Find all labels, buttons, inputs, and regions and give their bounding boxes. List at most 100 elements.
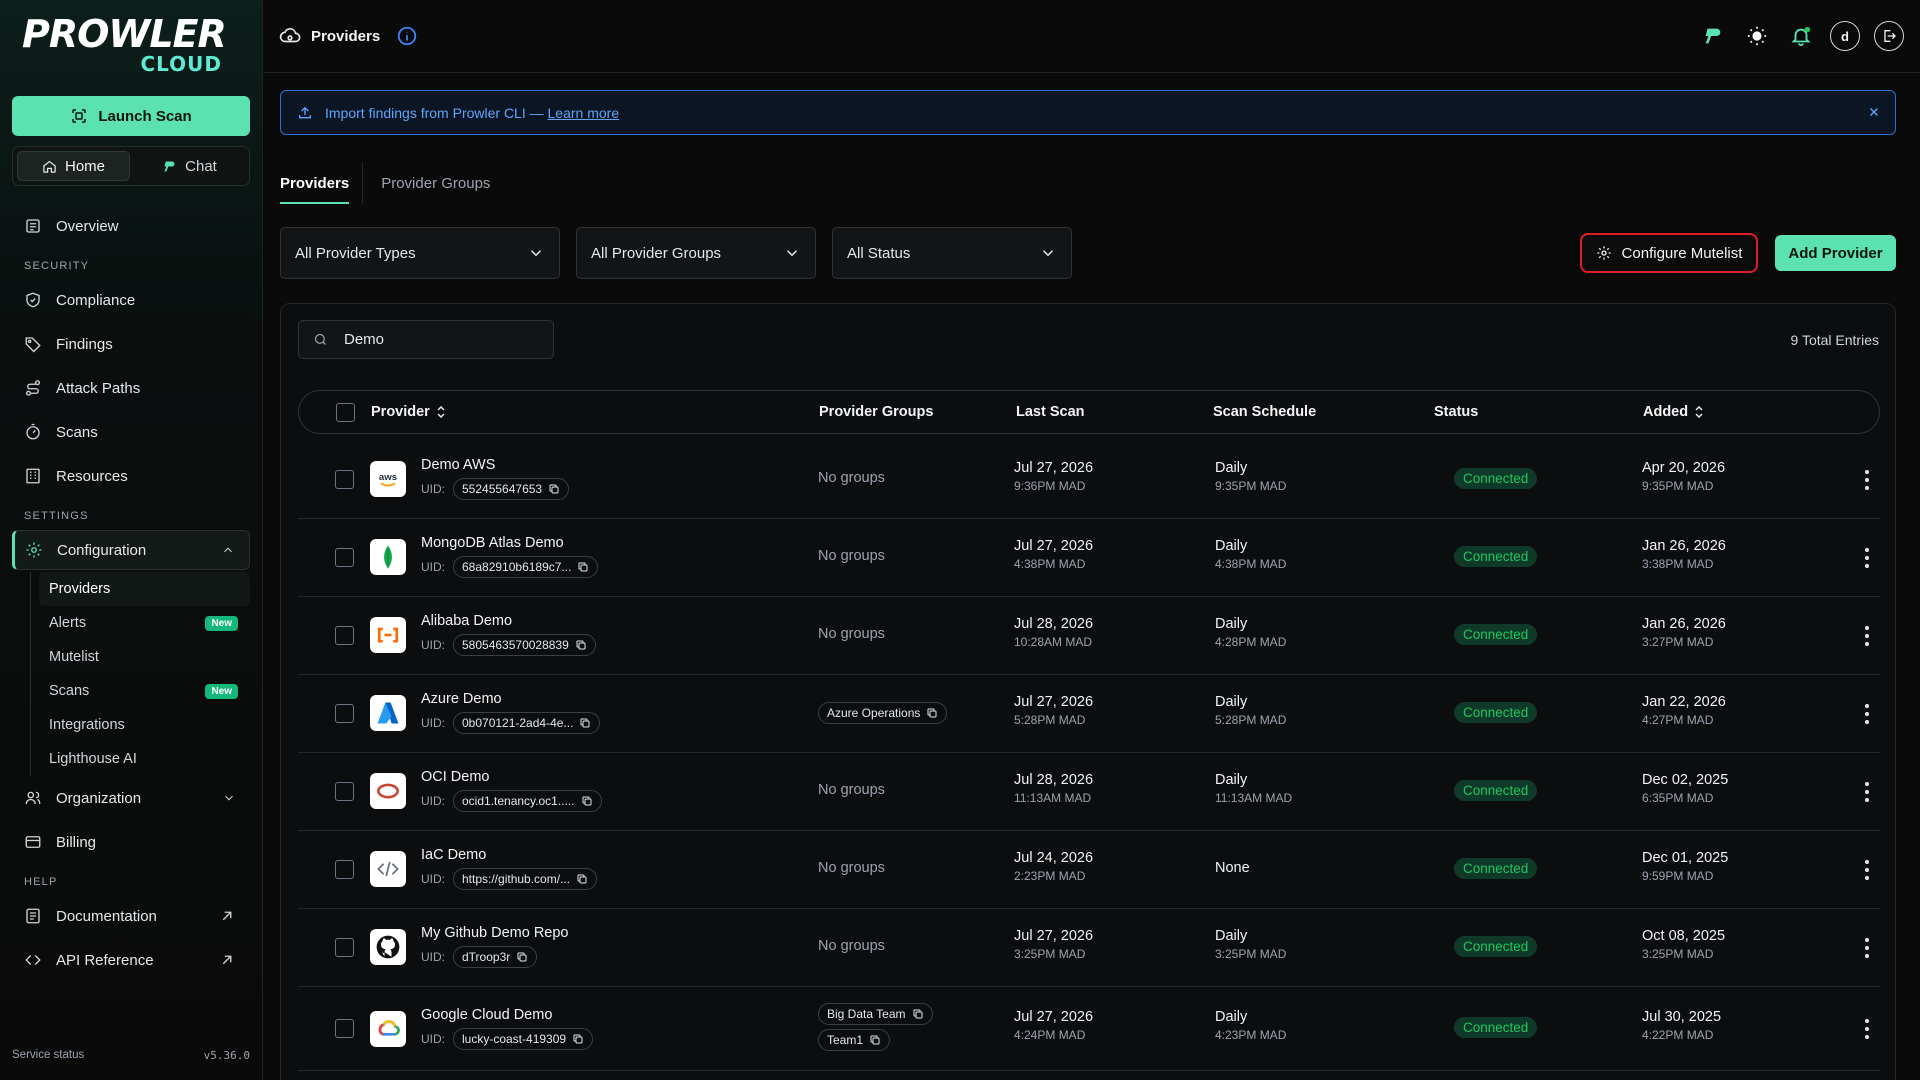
provider-type-select[interactable]: All Provider Types xyxy=(280,227,560,279)
column-provider[interactable]: Provider xyxy=(371,404,446,420)
uid-value: 0b070121-2ad4-4e... xyxy=(462,716,574,730)
group-chip[interactable]: Big Data Team xyxy=(818,1003,933,1025)
sidebar-item-configuration[interactable]: Configuration xyxy=(12,530,250,570)
row-checkbox[interactable] xyxy=(335,470,354,489)
configuration-subnav: Providers Alerts New Mutelist Scans New In… xyxy=(30,572,250,776)
service-status-link[interactable]: Service status xyxy=(12,1049,84,1062)
subnav-item-integrations[interactable]: Integrations xyxy=(39,708,250,742)
table-row[interactable]: aws Demo AWS UID: 552455647653 No groups… xyxy=(298,441,1880,519)
row-actions-menu[interactable] xyxy=(1864,624,1870,646)
chat-toggle[interactable]: Chat xyxy=(134,151,245,181)
subnav-item-scans[interactable]: Scans New xyxy=(39,674,250,708)
home-toggle[interactable]: Home xyxy=(17,151,130,181)
copy-icon[interactable] xyxy=(572,1033,584,1045)
sidebar-item-findings[interactable]: Findings xyxy=(12,322,250,366)
sidebar-item-resources[interactable]: Resources xyxy=(12,454,250,498)
uid-chip[interactable]: lucky-coast-419309 xyxy=(453,1028,594,1050)
row-actions-menu[interactable] xyxy=(1864,780,1870,802)
theme-toggle-button[interactable] xyxy=(1742,21,1772,51)
uid-chip[interactable]: https://github.com/... xyxy=(453,868,598,890)
provider-name[interactable]: Alibaba Demo xyxy=(421,613,512,629)
copy-icon[interactable] xyxy=(576,873,588,885)
lighthouse-button[interactable] xyxy=(1698,21,1728,51)
row-actions-menu[interactable] xyxy=(1864,468,1870,490)
copy-icon[interactable] xyxy=(912,1008,924,1020)
avatar[interactable]: d xyxy=(1830,21,1860,51)
learn-more-link[interactable]: Learn more xyxy=(548,105,620,121)
copy-icon[interactable] xyxy=(579,717,591,729)
iac-logo xyxy=(370,851,406,887)
sidebar-item-documentation[interactable]: Documentation xyxy=(12,894,250,938)
column-added[interactable]: Added xyxy=(1643,404,1704,420)
subnav-item-alerts[interactable]: Alerts New xyxy=(39,606,250,640)
provider-name[interactable]: Demo AWS xyxy=(421,457,495,473)
uid-chip[interactable]: 552455647653 xyxy=(453,478,570,500)
provider-name[interactable]: Google Cloud Demo xyxy=(421,1007,552,1023)
close-icon[interactable] xyxy=(1867,105,1881,119)
sidebar-item-api-reference[interactable]: API Reference xyxy=(12,938,250,982)
table-row[interactable]: MongoDB Atlas Demo UID: 68a82910b6189c7.… xyxy=(298,519,1880,597)
subnav-item-providers[interactable]: Providers xyxy=(39,572,250,606)
uid-chip[interactable]: ocid1.tenancy.oc1..... xyxy=(453,790,602,812)
group-chip-label: Team1 xyxy=(827,1033,864,1047)
copy-icon[interactable] xyxy=(548,483,560,495)
row-checkbox[interactable] xyxy=(335,548,354,567)
table-row[interactable]: Azure Demo UID: 0b070121-2ad4-4e... Azur… xyxy=(298,675,1880,753)
sign-out-button[interactable] xyxy=(1874,21,1904,51)
copy-icon[interactable] xyxy=(516,951,528,963)
tab-provider-groups[interactable]: Provider Groups xyxy=(381,162,490,204)
provider-name[interactable]: MongoDB Atlas Demo xyxy=(421,535,564,551)
row-actions-menu[interactable] xyxy=(1864,546,1870,568)
sidebar-item-billing[interactable]: Billing xyxy=(12,820,250,864)
row-checkbox[interactable] xyxy=(335,1019,354,1038)
copy-icon[interactable] xyxy=(581,795,593,807)
copy-icon[interactable] xyxy=(926,707,938,719)
last-scan-time: 10:28AM MAD xyxy=(1014,635,1093,649)
copy-icon[interactable] xyxy=(575,639,587,651)
row-checkbox[interactable] xyxy=(335,626,354,645)
group-chip[interactable]: Team1 xyxy=(818,1029,891,1051)
table-row[interactable]: IaC Demo UID: https://github.com/... No … xyxy=(298,831,1880,909)
info-icon[interactable] xyxy=(396,25,418,47)
provider-name[interactable]: IaC Demo xyxy=(421,847,486,863)
uid-chip[interactable]: 68a82910b6189c7... xyxy=(453,556,599,578)
copy-icon[interactable] xyxy=(869,1034,881,1046)
sidebar-item-scans[interactable]: Scans xyxy=(12,410,250,454)
sidebar-item-organization[interactable]: Organization xyxy=(12,776,250,820)
uid-chip[interactable]: dTroop3r xyxy=(453,946,538,968)
search-input[interactable]: Demo xyxy=(298,320,554,359)
table-row[interactable]: OCI Demo UID: ocid1.tenancy.oc1..... No … xyxy=(298,753,1880,831)
provider-group-select[interactable]: All Provider Groups xyxy=(576,227,816,279)
select-all-checkbox[interactable] xyxy=(336,403,355,422)
row-actions-menu[interactable] xyxy=(1864,1017,1870,1039)
notifications-button[interactable] xyxy=(1786,21,1816,51)
provider-name[interactable]: My Github Demo Repo xyxy=(421,925,568,941)
table-row[interactable]: Alibaba Demo UID: 5805463570028839 No gr… xyxy=(298,597,1880,675)
row-actions-menu[interactable] xyxy=(1864,858,1870,880)
subnav-item-mutelist[interactable]: Mutelist xyxy=(39,640,250,674)
uid-chip[interactable]: 5805463570028839 xyxy=(453,634,596,656)
table-row[interactable]: Google Cloud Demo UID: lucky-coast-41930… xyxy=(298,987,1880,1071)
provider-name[interactable]: OCI Demo xyxy=(421,769,490,785)
table-row[interactable]: My Github Demo Repo UID: dTroop3r No gro… xyxy=(298,909,1880,987)
subnav-item-lighthouse-ai[interactable]: Lighthouse AI xyxy=(39,742,250,776)
configure-mutelist-button[interactable]: Configure Mutelist xyxy=(1580,233,1758,273)
sidebar-item-attack-paths[interactable]: Attack Paths xyxy=(12,366,250,410)
row-checkbox[interactable] xyxy=(335,938,354,957)
uid-chip[interactable]: 0b070121-2ad4-4e... xyxy=(453,712,601,734)
row-checkbox[interactable] xyxy=(335,860,354,879)
group-chip[interactable]: Azure Operations xyxy=(818,702,948,724)
provider-name[interactable]: Azure Demo xyxy=(421,691,502,707)
copy-icon[interactable] xyxy=(577,561,589,573)
row-actions-menu[interactable] xyxy=(1864,936,1870,958)
sidebar-item-overview[interactable]: Overview xyxy=(12,204,250,248)
tab-providers[interactable]: Providers xyxy=(280,162,350,204)
prowler-logo[interactable]: PROWLER CLOUD xyxy=(12,0,250,96)
row-checkbox[interactable] xyxy=(335,704,354,723)
row-actions-menu[interactable] xyxy=(1864,702,1870,724)
sidebar-item-compliance[interactable]: Compliance xyxy=(12,278,250,322)
add-provider-button[interactable]: Add Provider xyxy=(1775,235,1896,271)
launch-scan-button[interactable]: Launch Scan xyxy=(12,96,250,136)
status-select[interactable]: All Status xyxy=(832,227,1072,279)
row-checkbox[interactable] xyxy=(335,782,354,801)
